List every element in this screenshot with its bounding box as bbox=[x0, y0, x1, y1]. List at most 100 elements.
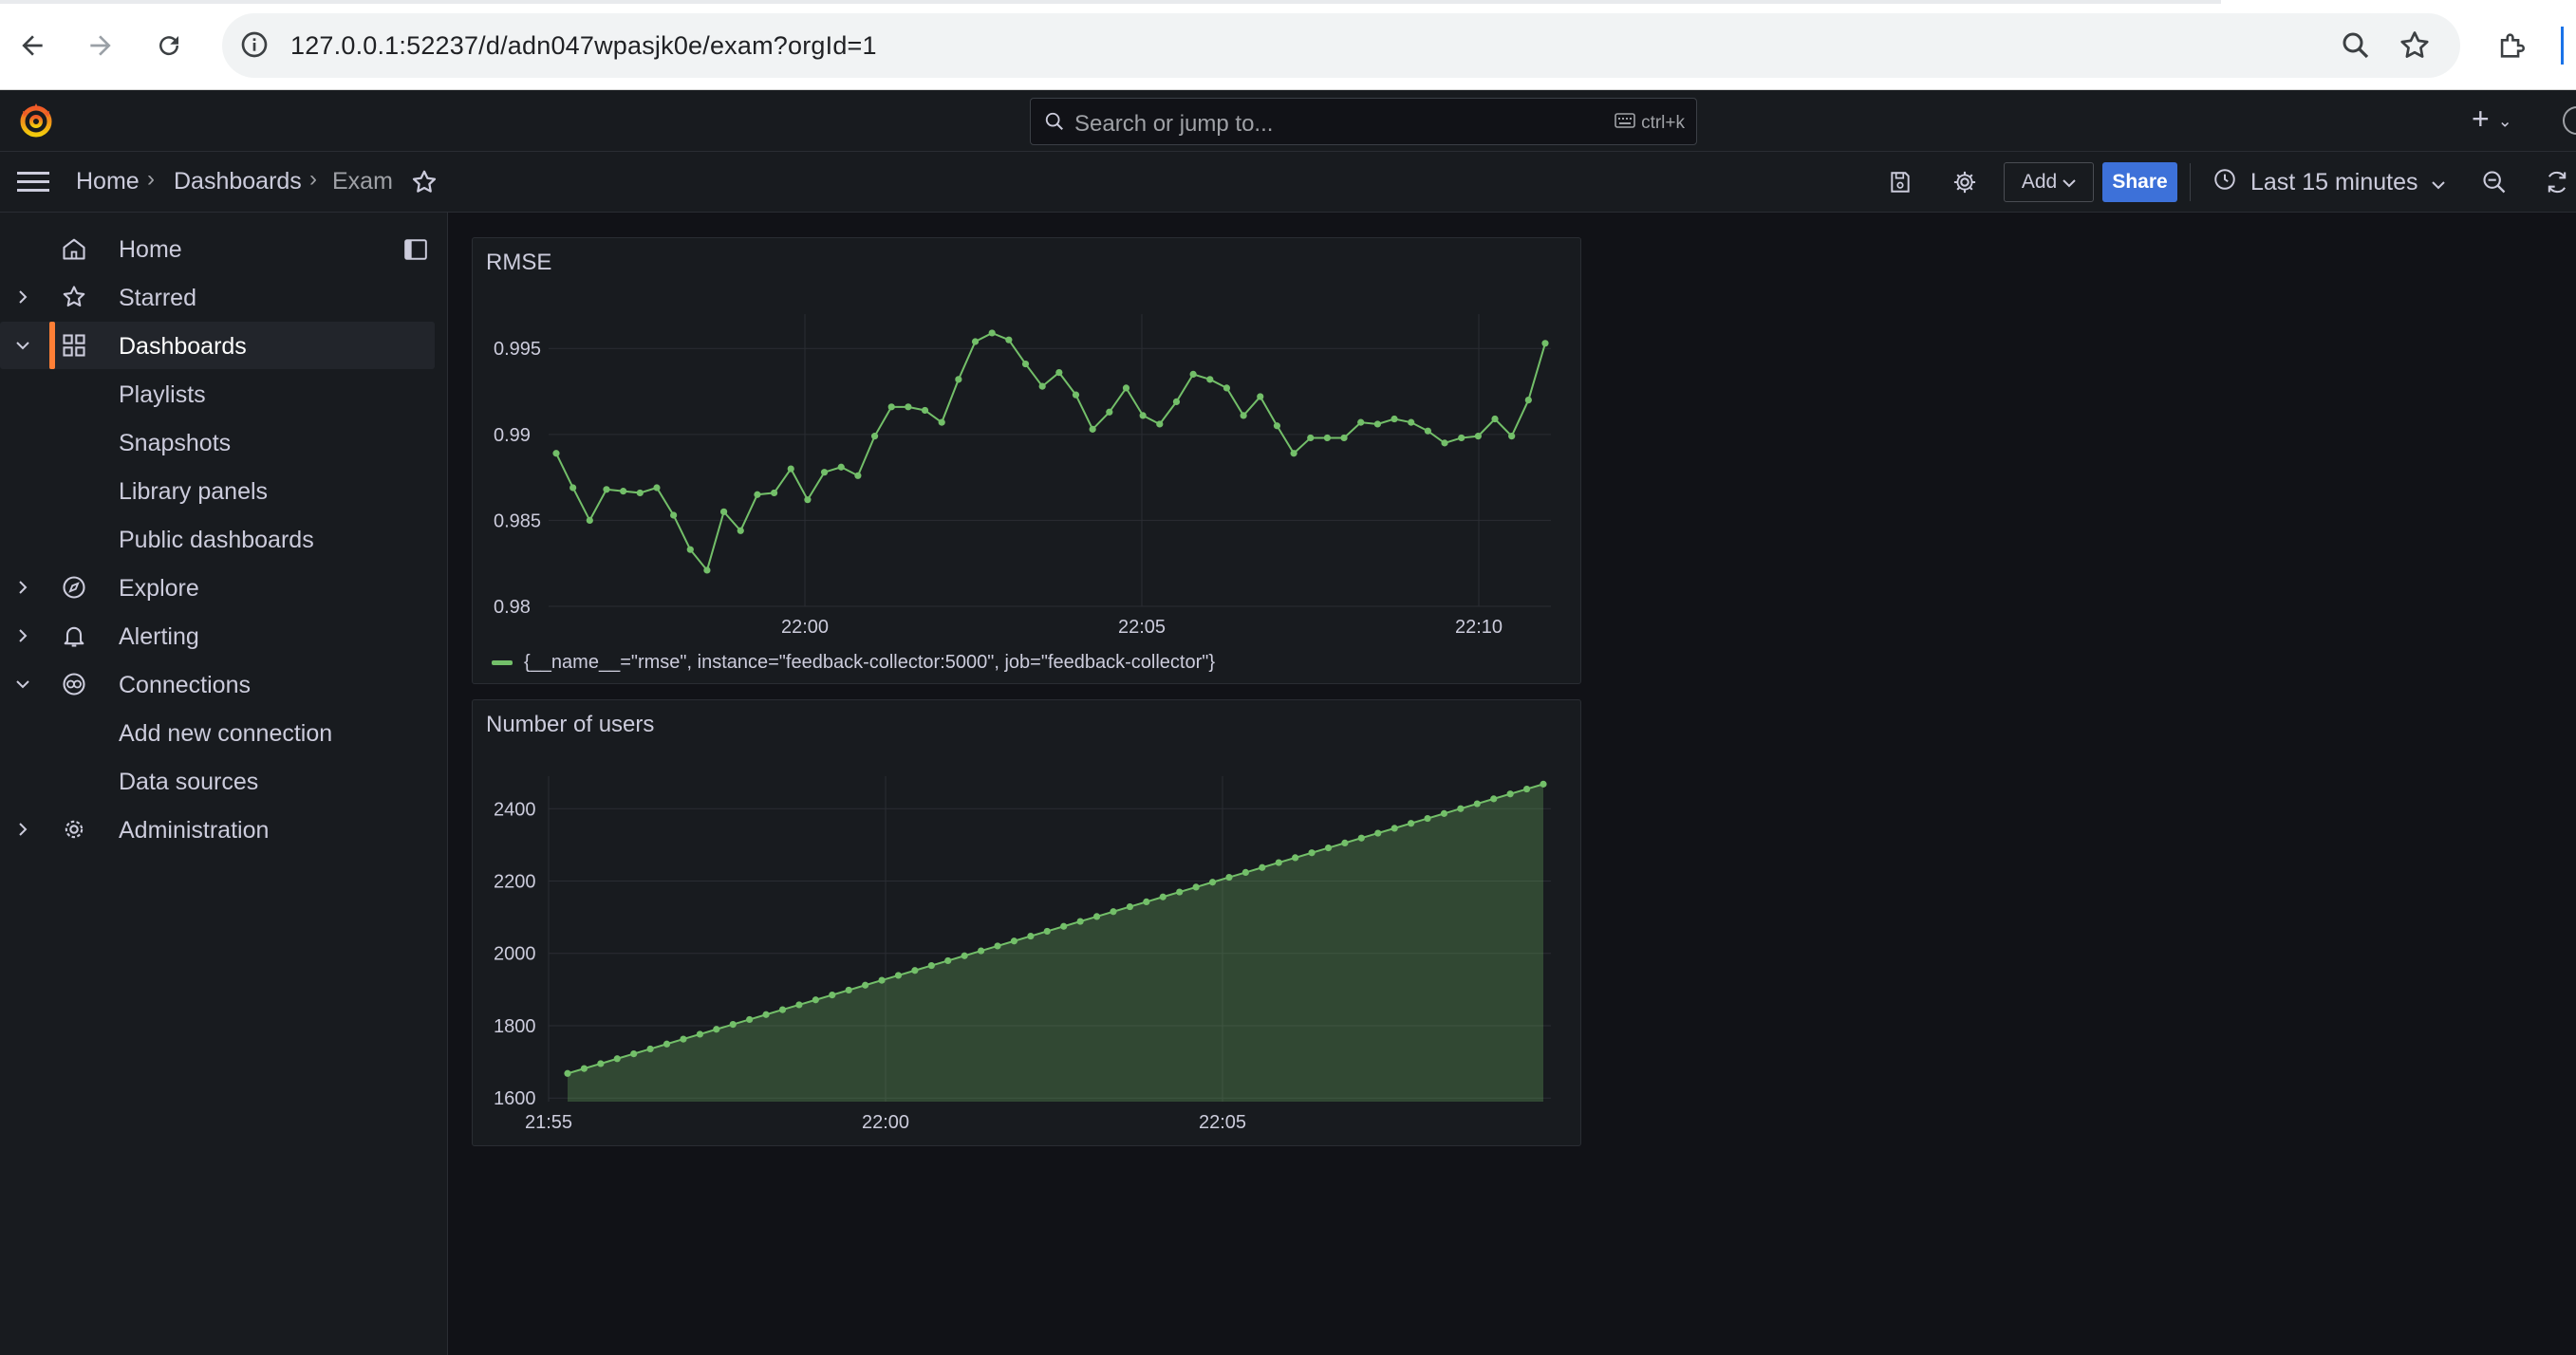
data-point bbox=[988, 329, 996, 337]
add-button-label: Add bbox=[2021, 171, 2058, 193]
time-range-picker[interactable]: Last 15 minutes bbox=[2212, 165, 2445, 199]
url-text: 127.0.0.1:52237/d/adn047wpasjk0e/exam?or… bbox=[290, 31, 877, 60]
data-point bbox=[1010, 937, 1018, 945]
site-info-icon[interactable] bbox=[239, 29, 270, 65]
data-point bbox=[1522, 785, 1531, 793]
chevron-down-icon[interactable] bbox=[13, 673, 32, 696]
data-point bbox=[1241, 868, 1249, 877]
data-point bbox=[703, 566, 711, 574]
data-point bbox=[887, 403, 895, 411]
search-shortcut-text: ctrl+k bbox=[1641, 113, 1685, 134]
settings-icon[interactable] bbox=[1948, 165, 1982, 199]
panel-rmse[interactable]: RMSE 0.98 0.985 0.99 0.995 22:00 22:05 22:10 {… bbox=[472, 237, 1581, 684]
page-load-progress bbox=[0, 0, 2221, 4]
reload-icon[interactable] bbox=[144, 21, 194, 70]
address-bar[interactable]: 127.0.0.1:52237/d/adn047wpasjk0e/exam?or… bbox=[222, 13, 2460, 78]
breadcrumb-dashboards[interactable]: Dashboards bbox=[174, 168, 302, 195]
refresh-icon[interactable] bbox=[2540, 165, 2574, 199]
panel-number-of-users[interactable]: Number of users 1600 1800 2000 2200 2400 21:5… bbox=[472, 699, 1581, 1146]
sidebar-item-alerting[interactable]: Alerting bbox=[0, 612, 435, 659]
data-point bbox=[1473, 800, 1481, 807]
data-point bbox=[961, 952, 968, 959]
sidebar-item-home[interactable]: Home bbox=[0, 225, 435, 272]
search-shortcut: ctrl+k bbox=[1615, 113, 1685, 134]
chevron-down-icon[interactable] bbox=[13, 334, 32, 357]
y-tick-label: 2000 bbox=[494, 944, 536, 965]
sidebar-item-starred[interactable]: Starred bbox=[0, 273, 435, 321]
sidebar-item-library-panels[interactable]: Library panels bbox=[0, 467, 435, 514]
data-point bbox=[680, 1035, 687, 1043]
data-point bbox=[971, 338, 980, 345]
new-menu-button[interactable]: + ⌄ bbox=[2472, 103, 2512, 137]
data-point bbox=[829, 991, 836, 999]
data-point bbox=[1027, 932, 1035, 940]
chart-legend[interactable]: {__name__="rmse", instance="feedback-col… bbox=[492, 652, 1215, 674]
data-point bbox=[713, 1026, 720, 1033]
share-button[interactable]: Share bbox=[2102, 162, 2177, 202]
data-point bbox=[927, 961, 935, 970]
data-point bbox=[754, 491, 761, 498]
save-icon[interactable] bbox=[1883, 165, 1917, 199]
sidebar-item-label: Connections bbox=[119, 672, 251, 698]
star-icon[interactable] bbox=[410, 168, 439, 201]
data-point bbox=[854, 472, 862, 479]
data-point bbox=[620, 488, 627, 495]
chevron-right-icon[interactable] bbox=[13, 624, 32, 647]
search-input[interactable]: Search or jump to... ctrl+k bbox=[1030, 98, 1697, 145]
toolbar-divider bbox=[2190, 163, 2191, 201]
data-point bbox=[1324, 844, 1333, 852]
data-point bbox=[603, 486, 610, 493]
data-point bbox=[905, 403, 912, 411]
forward-icon[interactable] bbox=[76, 21, 125, 70]
search-placeholder: Search or jump to... bbox=[1074, 111, 1274, 137]
data-point bbox=[820, 469, 829, 476]
data-point bbox=[746, 1015, 754, 1024]
data-point bbox=[1189, 370, 1197, 379]
help-icon[interactable] bbox=[2563, 106, 2576, 135]
zoom-icon[interactable] bbox=[2339, 28, 2373, 63]
zoom-out-icon[interactable] bbox=[2477, 165, 2511, 199]
sidebar-item-add-new-connection[interactable]: Add new connection bbox=[0, 709, 435, 756]
breadcrumb-home[interactable]: Home bbox=[76, 168, 140, 195]
sidebar-item-dashboards[interactable]: Dashboards bbox=[0, 322, 435, 369]
keyboard-icon bbox=[1615, 113, 1635, 134]
sidebar-item-explore[interactable]: Explore bbox=[0, 564, 435, 611]
sidebar-item-public-dashboards[interactable]: Public dashboards bbox=[0, 515, 435, 563]
add-button[interactable]: Add bbox=[2004, 162, 2094, 202]
grafana-logo-icon[interactable] bbox=[17, 102, 55, 139]
data-point bbox=[1206, 376, 1214, 383]
data-point bbox=[1441, 439, 1448, 447]
data-point bbox=[1490, 795, 1498, 803]
data-point bbox=[1424, 427, 1431, 435]
data-point bbox=[1273, 422, 1281, 430]
data-point bbox=[1391, 415, 1398, 423]
data-point bbox=[580, 1065, 588, 1072]
data-point bbox=[1208, 879, 1217, 886]
chevron-right-icon[interactable] bbox=[13, 576, 32, 599]
sidebar-item-snapshots[interactable]: Snapshots bbox=[0, 418, 435, 466]
sidebar-item-administration[interactable]: Administration bbox=[0, 806, 435, 853]
data-point bbox=[1143, 898, 1150, 906]
data-point bbox=[1540, 780, 1547, 788]
data-point bbox=[1292, 854, 1299, 862]
bookmark-star-icon[interactable] bbox=[2398, 28, 2432, 63]
sidebar-item-connections[interactable]: Connections bbox=[0, 660, 435, 708]
sidebar-item-playlists[interactable]: Playlists bbox=[0, 370, 435, 418]
y-tick-label: 0.985 bbox=[494, 510, 541, 531]
menu-icon[interactable] bbox=[17, 169, 49, 200]
back-icon[interactable] bbox=[8, 21, 57, 70]
chevron-right-icon[interactable] bbox=[13, 818, 32, 841]
data-point bbox=[837, 463, 845, 471]
data-point bbox=[586, 516, 593, 525]
chevron-right-icon[interactable] bbox=[13, 286, 32, 308]
data-point bbox=[994, 942, 1001, 950]
extensions-icon[interactable] bbox=[2487, 21, 2536, 70]
data-point bbox=[1357, 418, 1365, 426]
data-point bbox=[696, 1030, 703, 1038]
data-point bbox=[1541, 340, 1549, 347]
data-point bbox=[1308, 849, 1316, 857]
sidebar-item-data-sources[interactable]: Data sources bbox=[0, 757, 435, 805]
x-tick-label: 22:05 bbox=[1118, 617, 1166, 638]
data-point bbox=[1491, 415, 1499, 423]
data-point bbox=[804, 496, 812, 504]
